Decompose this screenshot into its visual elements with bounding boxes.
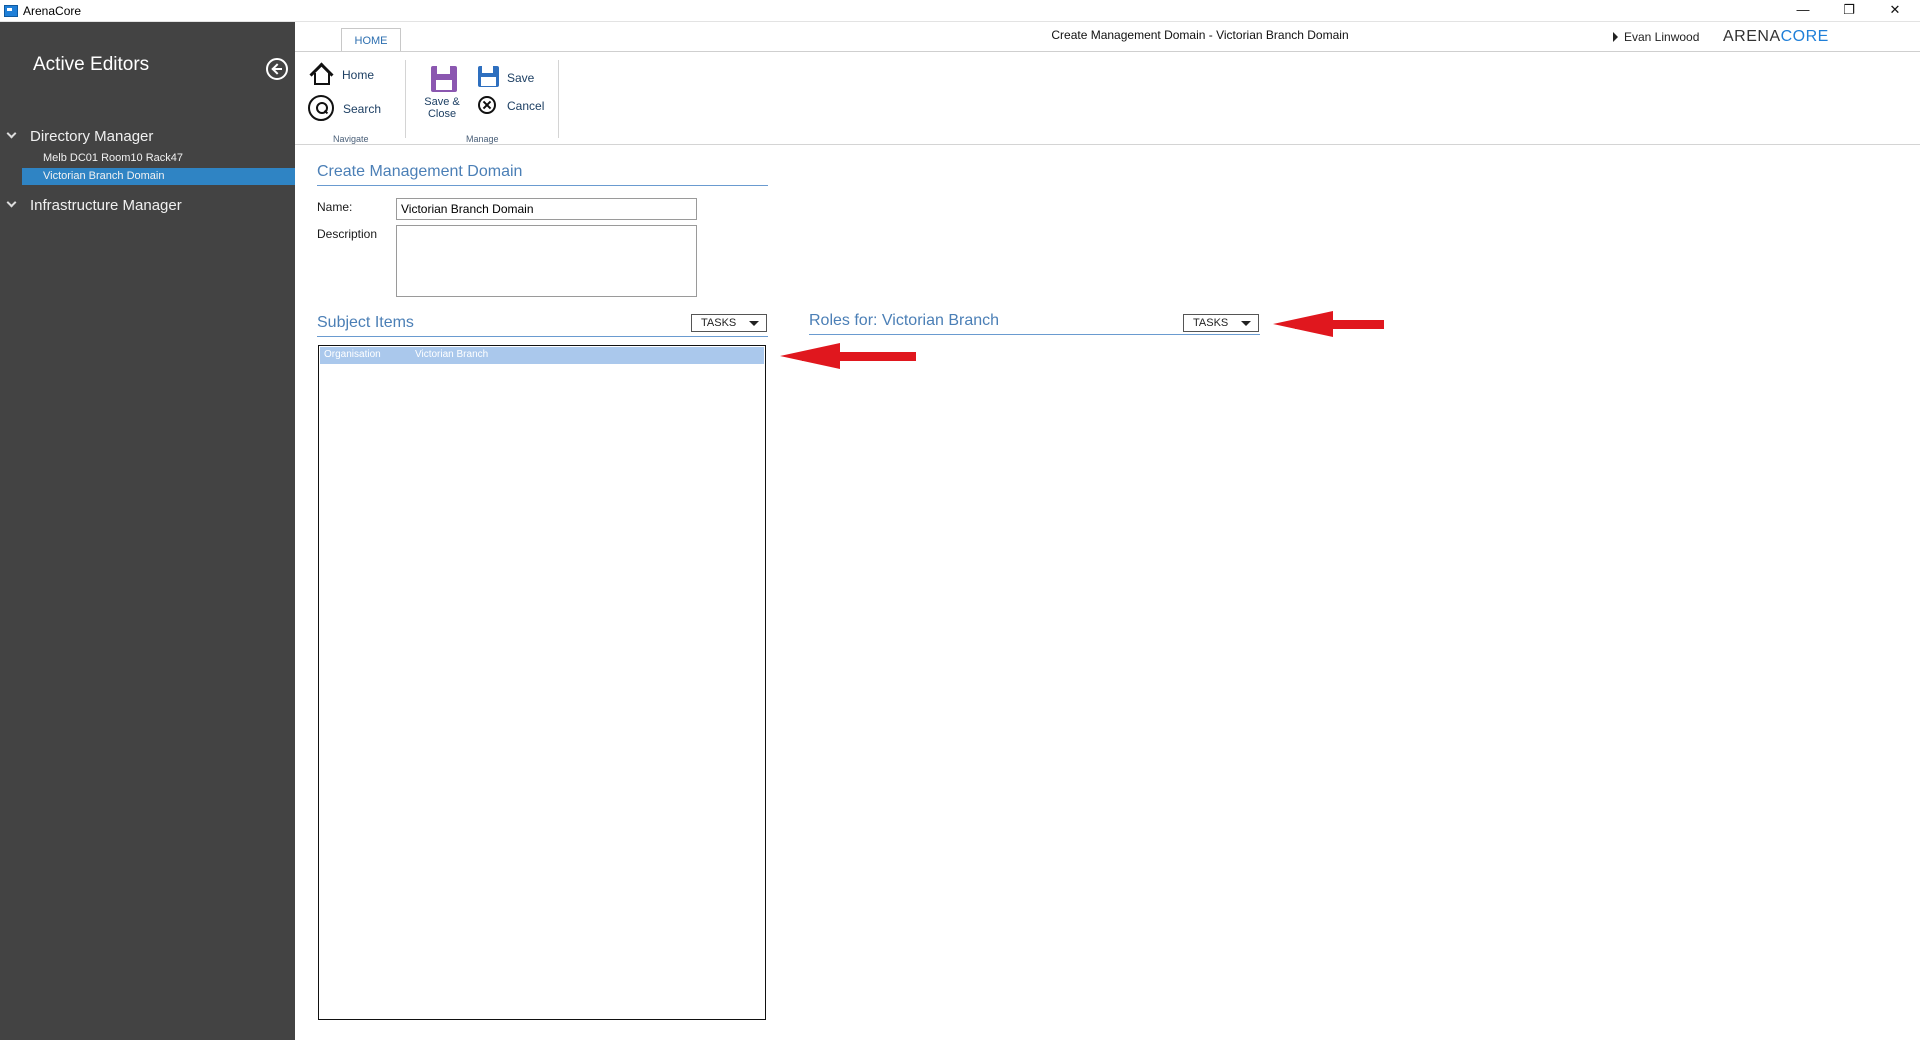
subject-items-grid[interactable]: Organisation Victorian Branch (318, 345, 766, 1020)
tasks-label: TASKS (701, 317, 737, 329)
home-icon (309, 64, 333, 85)
main-area: HOME Create Management Domain - Victoria… (295, 22, 1920, 1040)
section-underline (809, 334, 1260, 335)
form-section-title: Create Management Domain (317, 163, 523, 180)
tree-group-directory-manager[interactable]: Directory Manager (0, 127, 295, 147)
search-icon (308, 95, 334, 121)
collapse-sidebar-icon[interactable] (266, 58, 288, 80)
tree-group-infrastructure-manager[interactable]: Infrastructure Manager (0, 196, 295, 216)
annotation-arrow-icon (1273, 311, 1384, 337)
table-row[interactable]: Organisation Victorian Branch (320, 347, 764, 364)
cancel-button[interactable]: Cancel (478, 96, 552, 118)
home-button[interactable]: Home (309, 64, 389, 86)
app-icon (4, 5, 18, 17)
chevron-down-icon[interactable] (6, 128, 17, 139)
chevron-down-icon[interactable] (6, 197, 17, 208)
chevron-down-icon (749, 321, 759, 326)
tree-item-melb-rack[interactable]: Melb DC01 Room10 Rack47 (22, 150, 295, 167)
save-close-label-line2: Close (427, 108, 457, 120)
ribbon-separator (405, 60, 406, 138)
roles-tasks-button[interactable]: TASKS (1183, 314, 1259, 332)
subject-items-title: Subject Items (317, 314, 414, 331)
save-button[interactable]: Save (478, 66, 548, 88)
save-and-close-button[interactable]: Save & Close (419, 66, 465, 122)
cancel-icon (478, 96, 496, 114)
user-menu[interactable]: Evan Linwood (1613, 30, 1699, 44)
group-label-manage: Manage (466, 134, 499, 144)
tree-group-label: Directory Manager (30, 128, 154, 145)
ribbon-separator (558, 60, 559, 138)
chevron-down-icon (1241, 321, 1251, 326)
app-title: ArenaCore (23, 4, 82, 18)
cell-name: Victorian Branch (415, 349, 489, 360)
save-close-disk-icon (431, 66, 457, 92)
close-window-button[interactable]: ✕ (1872, 0, 1918, 22)
ribbon: Home Search Navigate Save & Close Save C… (295, 52, 1920, 145)
group-label-navigate: Navigate (333, 134, 369, 144)
caret-right-icon (1613, 32, 1618, 42)
tasks-label: TASKS (1193, 317, 1229, 329)
subject-items-tasks-button[interactable]: TASKS (691, 314, 767, 332)
save-label: Save (507, 71, 535, 85)
save-close-label-line1: Save & (424, 96, 460, 108)
sidebar: Active Editors Directory Manager Melb DC… (0, 22, 295, 1040)
tree-group-label: Infrastructure Manager (30, 197, 182, 214)
sidebar-title: Active Editors (33, 54, 150, 75)
tab-home[interactable]: HOME (341, 28, 401, 52)
section-underline (317, 336, 768, 337)
description-input[interactable] (396, 225, 697, 297)
cancel-label: Cancel (507, 99, 545, 113)
roles-title: Roles for: Victorian Branch (809, 312, 1000, 329)
description-label: Description (317, 227, 378, 241)
search-label: Search (343, 102, 382, 116)
title-bar: ArenaCore — ❐ ✕ (0, 0, 1920, 22)
brand-logo: ARENACORE (1723, 28, 1829, 45)
user-name: Evan Linwood (1624, 30, 1700, 44)
home-label: Home (342, 68, 375, 82)
cell-type: Organisation (324, 349, 381, 360)
restore-button[interactable]: ❐ (1826, 0, 1872, 22)
annotation-arrow-icon (780, 343, 916, 369)
name-label: Name: (317, 200, 353, 214)
search-button[interactable]: Search (308, 95, 388, 123)
name-input[interactable] (396, 198, 697, 220)
section-underline (317, 185, 768, 186)
save-disk-icon (478, 66, 499, 87)
document-title: Create Management Domain - Victorian Bra… (1051, 28, 1349, 42)
minimize-button[interactable]: — (1780, 0, 1826, 22)
tree-item-victorian-branch-domain[interactable]: Victorian Branch Domain (22, 168, 295, 185)
